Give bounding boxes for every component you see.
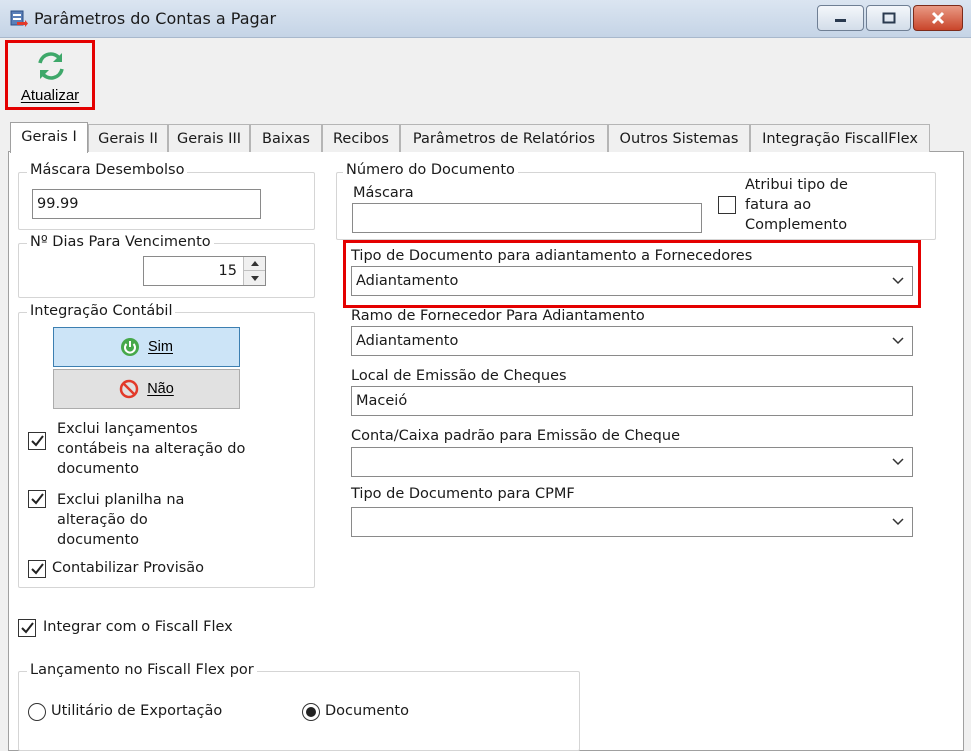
minimize-button[interactable] xyxy=(817,5,864,31)
sim-button[interactable]: Sim xyxy=(53,327,240,367)
tab-gerais-ii[interactable]: Gerais II xyxy=(88,124,168,152)
toolbar xyxy=(0,38,971,118)
tipo-doc-adiantamento-select[interactable]: Adiantamento xyxy=(351,266,913,296)
tab-recibos[interactable]: Recibos xyxy=(322,124,400,152)
atribui-tipo-checkbox[interactable] xyxy=(718,196,736,214)
nao-button[interactable]: Não xyxy=(53,369,240,409)
tab-outros-sistemas[interactable]: Outros Sistemas xyxy=(608,124,750,152)
mascara-desembolso-input[interactable]: 99.99 xyxy=(32,189,261,219)
integrar-fiscall-label: Integrar com o Fiscall Flex xyxy=(43,619,233,635)
dias-vencimento-spinner[interactable]: 15 xyxy=(143,256,266,286)
dias-vencimento-label: Nº Dias Para Vencimento xyxy=(27,234,214,250)
contabilizar-provisao-checkbox[interactable] xyxy=(28,560,46,578)
utilitario-exportacao-label: Utilitário de Exportação xyxy=(51,703,223,719)
exclui-lancamentos-checkbox[interactable] xyxy=(28,432,46,450)
documento-label: Documento xyxy=(325,703,409,719)
minimize-icon xyxy=(818,6,863,30)
chevron-down-icon xyxy=(892,277,904,285)
dias-vencimento-value: 15 xyxy=(218,263,237,279)
radio-utilitario-exportacao[interactable] xyxy=(28,703,46,721)
conta-caixa-select[interactable] xyxy=(351,447,913,477)
conta-caixa-label: Conta/Caixa padrão para Emissão de Chequ… xyxy=(351,428,680,444)
check-icon xyxy=(31,563,44,575)
sim-label: Sim xyxy=(148,339,173,356)
close-button[interactable] xyxy=(913,5,963,31)
nao-label: Não xyxy=(147,381,174,398)
maximize-icon xyxy=(867,6,910,30)
radio-selected-dot xyxy=(306,707,316,717)
exclui-planilha-checkbox[interactable] xyxy=(28,490,46,508)
integracao-contabil-label: Integração Contábil xyxy=(27,303,176,319)
ramo-fornecedor-value: Adiantamento xyxy=(356,333,459,349)
chevron-down-icon xyxy=(892,518,904,526)
atribui-tipo-label: Atribui tipo de fatura ao Complemento xyxy=(745,177,848,233)
radio-documento[interactable] xyxy=(302,703,320,721)
ramo-fornecedor-label: Ramo de Fornecedor Para Adiantamento xyxy=(351,308,645,324)
tab-gerais-iii[interactable]: Gerais III xyxy=(168,124,250,152)
local-emissao-input[interactable]: Maceió xyxy=(351,386,913,416)
contabilizar-provisao-label: Contabilizar Provisão xyxy=(52,560,205,576)
lancamento-fiscall-label: Lançamento no Fiscall Flex por xyxy=(27,662,257,678)
spin-up-button[interactable] xyxy=(244,257,265,271)
refresh-label: Atualizar xyxy=(20,87,80,104)
refresh-button[interactable]: Atualizar xyxy=(5,40,95,110)
mascara-label: Máscara xyxy=(353,185,414,201)
integrar-fiscall-checkbox[interactable] xyxy=(18,619,36,637)
chevron-up-icon xyxy=(250,261,259,266)
tipo-doc-adiantamento-value: Adiantamento xyxy=(356,273,459,289)
window-title: Parâmetros do Contas a Pagar xyxy=(34,9,277,28)
chevron-down-icon xyxy=(892,337,904,345)
chevron-down-icon xyxy=(250,275,259,281)
tipo-doc-cpmf-label: Tipo de Documento para CPMF xyxy=(351,486,575,502)
exclui-lancamentos-label: Exclui lançamentos contábeis na alteraçã… xyxy=(57,421,246,477)
app-icon xyxy=(8,9,28,29)
title-bar: Parâmetros do Contas a Pagar xyxy=(0,0,971,38)
spin-down-button[interactable] xyxy=(244,271,265,285)
tab-parametros-relatorios[interactable]: Parâmetros de Relatórios xyxy=(400,124,608,152)
check-icon xyxy=(31,435,44,447)
numero-documento-label: Número do Documento xyxy=(343,162,518,178)
mascara-desembolso-label: Máscara Desembolso xyxy=(27,162,188,178)
cancel-icon xyxy=(119,370,139,408)
mascara-documento-input[interactable] xyxy=(352,203,702,233)
check-icon xyxy=(21,622,34,634)
tab-gerais-i[interactable]: Gerais I xyxy=(10,122,88,153)
local-emissao-label: Local de Emissão de Cheques xyxy=(351,368,567,384)
refresh-icon xyxy=(38,52,64,80)
power-icon xyxy=(120,328,140,366)
maximize-button[interactable] xyxy=(866,5,911,31)
tab-integracao-fiscallflex[interactable]: Integração FiscallFlex xyxy=(750,124,930,152)
check-icon xyxy=(31,493,44,505)
ramo-fornecedor-select[interactable]: Adiantamento xyxy=(351,326,913,356)
tab-baixas[interactable]: Baixas xyxy=(250,124,322,152)
tipo-doc-adiantamento-label: Tipo de Documento para adiantamento a Fo… xyxy=(351,248,753,264)
close-icon xyxy=(914,6,962,30)
exclui-planilha-label: Exclui planilha na alteração do document… xyxy=(57,492,185,548)
tipo-doc-cpmf-select[interactable] xyxy=(351,507,913,537)
chevron-down-icon xyxy=(892,458,904,466)
